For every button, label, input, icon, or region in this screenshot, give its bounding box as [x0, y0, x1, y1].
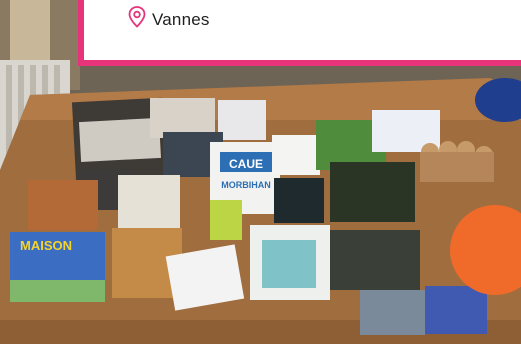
- maison-book: MAISON: [10, 232, 105, 302]
- location-banner: Vannes: [78, 0, 521, 66]
- location-row: Vannes: [128, 6, 210, 33]
- svg-text:MORBIHAN: MORBIHAN: [221, 180, 271, 190]
- caue-book: CAUE MORBIHAN: [220, 152, 272, 190]
- map-pin-icon: [128, 6, 146, 33]
- svg-text:MAISON: MAISON: [20, 238, 72, 253]
- location-name: Vannes: [152, 9, 210, 29]
- svg-text:CAUE: CAUE: [229, 157, 263, 171]
